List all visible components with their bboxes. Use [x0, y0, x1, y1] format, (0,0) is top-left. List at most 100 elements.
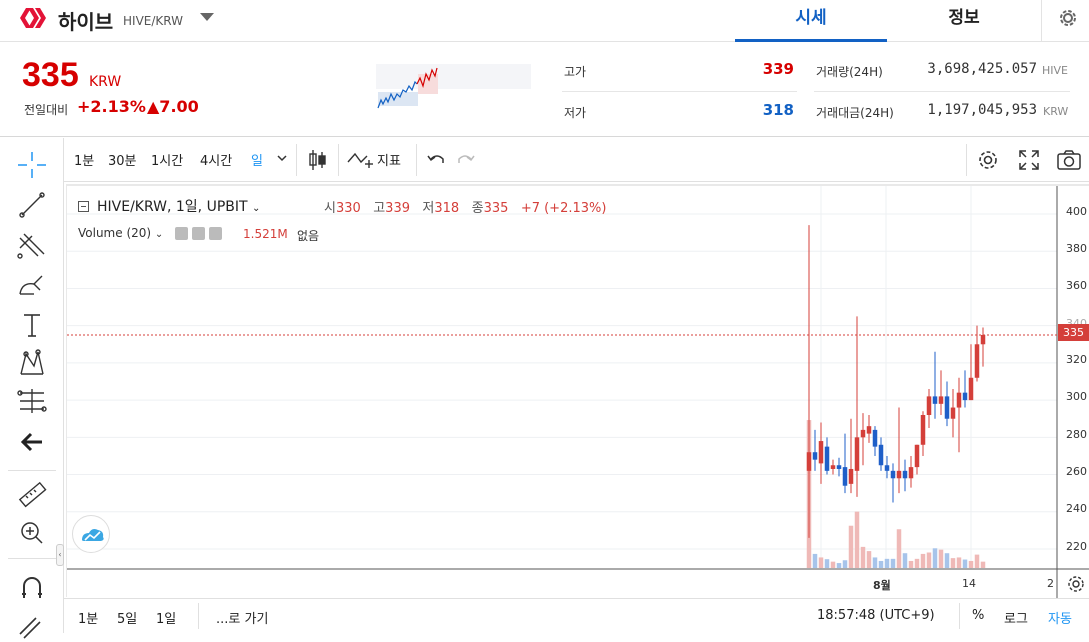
change-value: +7 (+2.13%) [520, 201, 607, 216]
percent-toggle[interactable]: % [972, 608, 984, 623]
interval-1h[interactable]: 1시간 [151, 150, 183, 169]
candle-body [890, 470, 896, 479]
candle-body [974, 344, 980, 378]
clock-time: 18:57:48 (UTC+9) [817, 608, 935, 623]
low-label: 저가 [564, 106, 587, 120]
interval-30m[interactable]: 30분 [108, 150, 137, 169]
arrow-left-icon[interactable] [12, 425, 52, 459]
coin-name[interactable]: 하이브 [58, 6, 113, 35]
chart-settings-icon[interactable] [976, 148, 1000, 172]
toolbar-divider [966, 144, 967, 176]
log-toggle[interactable]: 로그 [1004, 608, 1028, 627]
undo-icon[interactable] [427, 151, 445, 167]
price-unit: KRW [89, 74, 122, 90]
candle-body [842, 467, 848, 486]
fib-icon[interactable] [12, 384, 52, 418]
chevron-down-icon[interactable] [276, 154, 288, 164]
toolbar-divider [296, 144, 297, 176]
volume-legend[interactable]: Volume (20) ⌄ [78, 226, 222, 240]
interval-1d[interactable]: 일 [251, 150, 263, 169]
volume-bar [872, 557, 878, 568]
goto-date[interactable]: ...로 가기 [216, 608, 268, 627]
candle-body [968, 377, 974, 401]
volume-value: 1.521M [243, 227, 288, 241]
volume-bar [932, 548, 938, 568]
pencil-lock-icon[interactable] [12, 608, 52, 642]
change-rate: +2.13% [77, 97, 146, 116]
range-1d[interactable]: 1일 [156, 608, 176, 627]
candles-icon[interactable] [307, 148, 329, 172]
close-value: 335 [483, 201, 509, 216]
chevron-down-icon[interactable]: ⌄ [155, 229, 163, 240]
volume-bar [860, 546, 866, 568]
close-icon[interactable] [208, 227, 222, 240]
toolbar-divider [416, 144, 417, 176]
brush-icon[interactable] [12, 268, 52, 302]
magnet-icon[interactable] [12, 570, 52, 604]
panel-collapse-handle[interactable]: ‹ [56, 544, 64, 566]
candle-body [806, 452, 812, 471]
tab-info[interactable]: 정보 [888, 0, 1040, 42]
candle-body [914, 444, 920, 468]
volume-bar [884, 558, 890, 568]
eye-icon[interactable] [175, 227, 189, 240]
range-1m[interactable]: 1분 [78, 608, 98, 627]
axis-settings-icon[interactable] [1066, 574, 1086, 594]
chevron-down-icon[interactable]: ⌄ [252, 203, 260, 214]
volume-label[interactable]: Volume (20) [78, 226, 151, 240]
settings-button[interactable] [1041, 0, 1089, 42]
volume-bar [902, 553, 908, 568]
collapse-icon[interactable] [78, 201, 89, 212]
chevron-down-icon[interactable] [200, 13, 214, 21]
low-value: 318 [762, 101, 794, 119]
fullscreen-icon[interactable] [1017, 148, 1041, 172]
price-chart[interactable] [67, 186, 1089, 599]
auto-toggle[interactable]: 자동 [1048, 608, 1072, 627]
candle-body [902, 470, 908, 479]
volume-bar [848, 525, 854, 568]
candle-body [836, 465, 842, 469]
candle-body [872, 429, 878, 447]
y-tick: 320 [1066, 353, 1087, 366]
volume-bar [974, 554, 980, 568]
volume-bar [830, 561, 836, 568]
interval-1m[interactable]: 1분 [74, 150, 94, 169]
volume-bar [878, 560, 884, 568]
chart-symbol-legend[interactable]: HIVE/KRW, 1일, UPBIT ⌄ [78, 196, 260, 216]
app-header: 하이브 HIVE/KRW 시세 정보 [0, 0, 1089, 42]
turnover-unit: KRW [1043, 105, 1069, 118]
open-key: 시 [324, 201, 336, 216]
candle-body [884, 465, 890, 471]
candle-body [938, 396, 944, 404]
redo-icon[interactable] [457, 151, 475, 167]
ruler-icon[interactable] [12, 478, 52, 512]
gear-icon [1060, 10, 1076, 26]
high-label: 고가 [564, 65, 587, 79]
x-tick: 8월 [873, 579, 891, 592]
chart-area[interactable] [66, 184, 1089, 599]
pattern-icon[interactable] [12, 346, 52, 380]
zoom-in-icon[interactable] [12, 516, 52, 550]
volume-label: 거래량(24H) [816, 65, 883, 79]
chart-symbol[interactable]: HIVE/KRW, 1일, UPBIT [97, 199, 248, 215]
volume-bar [980, 561, 986, 568]
camera-icon[interactable] [1056, 148, 1082, 172]
volume-bar [920, 553, 926, 568]
y-tick: 300 [1066, 390, 1087, 403]
close-key: 종 [471, 201, 484, 216]
candle-body [830, 465, 836, 469]
high-value: 339 [762, 60, 794, 78]
interval-4h[interactable]: 4시간 [200, 150, 232, 169]
y-tick: 400 [1066, 205, 1087, 218]
gear-icon[interactable] [191, 227, 205, 240]
crosshair-icon[interactable] [12, 148, 52, 182]
volume-bar [944, 553, 950, 568]
range-5d[interactable]: 5일 [117, 608, 137, 627]
indicators-label[interactable]: 지표 [377, 150, 401, 169]
tradingview-logo[interactable] [72, 515, 110, 553]
text-icon[interactable] [12, 308, 52, 342]
trendline-icon[interactable] [12, 188, 52, 222]
tab-quote[interactable]: 시세 [735, 0, 887, 42]
indicators-icon[interactable] [347, 150, 377, 170]
pitchfork-icon[interactable] [12, 228, 52, 262]
